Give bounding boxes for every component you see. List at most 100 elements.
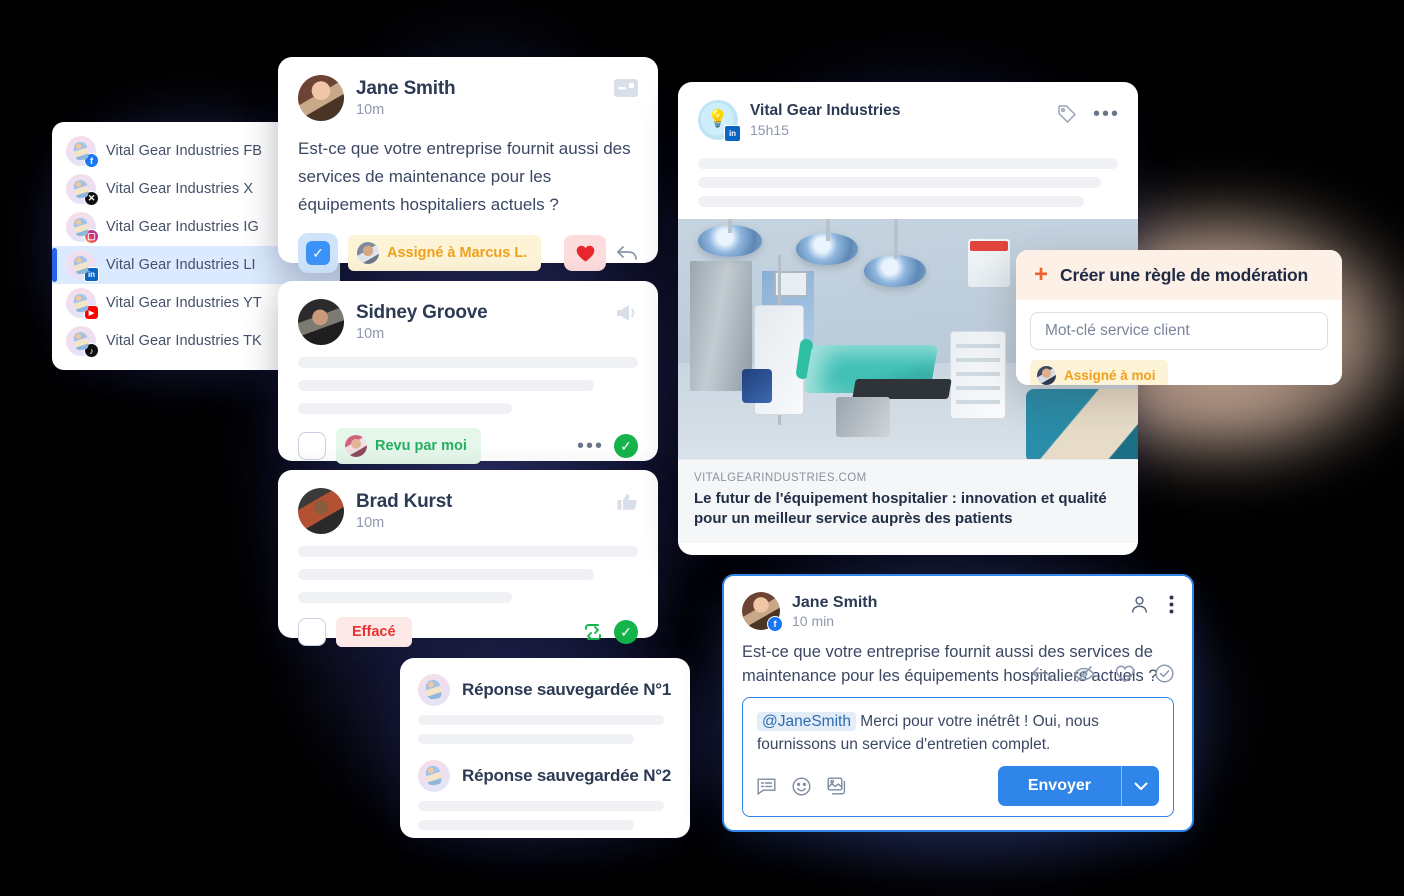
approve-icon[interactable]: ✓ — [614, 434, 638, 458]
message-identity: Brad Kurst 10m — [356, 491, 452, 531]
link-domain: VITALGEARINDUSTRIES.COM — [694, 472, 867, 484]
compose-content[interactable]: @JaneSmith Merci pour votre inétrêt ! Ou… — [757, 710, 1159, 756]
hide-eye-icon[interactable] — [1073, 665, 1095, 683]
list-item[interactable]: Réponse sauvegardée N°1 — [418, 674, 672, 706]
saved-reply-icon[interactable] — [757, 777, 776, 795]
message-actions: Effacé ✓ — [298, 617, 638, 647]
post-time: 15h15 — [750, 122, 789, 138]
assigned-to-me-badge[interactable]: Assigné à moi — [1030, 360, 1168, 385]
message-actions: Revu par moi ••• ✓ — [298, 428, 638, 464]
heart-icon[interactable] — [1115, 664, 1135, 683]
reply-card[interactable]: f Jane Smith 10 min Est-ce que votre ent… — [722, 574, 1194, 832]
comment-icon — [614, 79, 638, 97]
keyword-input[interactable]: Mot-clé service client — [1030, 312, 1328, 350]
post-header: in Vital Gear Industries 15h15 ••• — [678, 82, 1138, 144]
sidebar-item-label: Vital Gear Industries TK — [106, 333, 262, 349]
chevron-down-icon[interactable] — [1121, 766, 1159, 806]
sidebar-item-label: Vital Gear Industries IG — [106, 219, 259, 235]
avatar: f — [66, 136, 99, 168]
reply-identity: Jane Smith 10 min — [792, 594, 877, 629]
assignee-avatar — [1037, 366, 1056, 385]
message-card-jane[interactable]: Jane Smith 10m Est-ce que votre entrepri… — [278, 57, 658, 273]
x-icon: ✕ — [84, 191, 99, 206]
select-checkbox[interactable] — [298, 432, 326, 460]
more-options-icon[interactable]: ••• — [1093, 104, 1120, 124]
emoji-icon[interactable] — [792, 776, 811, 796]
moderation-header[interactable]: + Créer une règle de modération — [1016, 250, 1342, 300]
post-header-actions: ••• — [1057, 104, 1120, 124]
sidebar-item-label: Vital Gear Industries X — [106, 181, 254, 197]
message-header: Brad Kurst 10m — [298, 488, 638, 534]
avatar — [298, 488, 344, 534]
reply-time: 10 min — [792, 612, 835, 629]
compose-toolbar: Envoyer — [757, 766, 1159, 806]
tag-icon[interactable] — [1057, 104, 1077, 124]
avatar — [418, 674, 450, 706]
post-skeleton — [678, 144, 1138, 219]
reply-author: Jane Smith — [792, 593, 878, 611]
keyword-input-value: Mot-clé service client — [1045, 322, 1190, 339]
image-attachment-icon[interactable] — [827, 777, 847, 795]
reply-compose-box[interactable]: @JaneSmith Merci pour votre inétrêt ! Ou… — [742, 697, 1174, 817]
post-footer: Voir la publication in 3 commentaires — [678, 543, 1138, 555]
reply-header-actions — [1130, 595, 1174, 614]
post-identity: Vital Gear Industries 15h15 — [750, 102, 900, 138]
check-circle-icon[interactable] — [1155, 664, 1174, 683]
post-author: Vital Gear Industries — [750, 102, 901, 119]
mention-chip[interactable]: @JaneSmith — [757, 712, 856, 731]
compose-icon-group — [757, 776, 847, 796]
linkedin-icon: in — [724, 125, 741, 142]
message-header: Jane Smith 10m — [298, 75, 638, 121]
status-badge-reviewed[interactable]: Revu par moi — [336, 428, 481, 464]
instagram-icon: ▢ — [84, 229, 99, 244]
reply-icon[interactable] — [1031, 665, 1053, 683]
list-item[interactable]: Réponse sauvegardée N°2 — [418, 760, 672, 792]
avatar — [298, 75, 344, 121]
link-preview[interactable]: VITALGEARINDUSTRIES.COM Le futur de l'éq… — [678, 459, 1138, 543]
sidebar-item-label: Vital Gear Industries FB — [106, 143, 263, 159]
tiktok-icon: ♪ — [84, 343, 99, 358]
message-body: Est-ce que votre entreprise fournit auss… — [298, 139, 631, 214]
status-badge-assigned[interactable]: Assigné à Marcus L. — [348, 235, 542, 271]
message-actions: ✓ Assigné à Marcus L. — [298, 233, 638, 273]
saved-response-title: Réponse sauvegardée N°2 — [462, 766, 672, 785]
like-button[interactable] — [564, 235, 606, 271]
send-button-group[interactable]: Envoyer — [997, 766, 1159, 806]
message-author: Sidney Groove — [356, 302, 488, 323]
checkbox-checked-icon: ✓ — [306, 241, 330, 265]
status-badge-label: Revu par moi — [375, 438, 467, 454]
reply-icon[interactable] — [616, 244, 638, 262]
plus-icon: + — [1034, 261, 1049, 288]
status-badge-deleted[interactable]: Effacé — [336, 617, 412, 647]
saved-responses-card[interactable]: Réponse sauvegardée N°1 Réponse sauvegar… — [400, 658, 690, 838]
message-identity: Sidney Groove 10m — [356, 302, 488, 342]
status-badge-label: Assigné à Marcus L. — [387, 245, 528, 261]
more-options-icon[interactable]: ••• — [577, 436, 604, 456]
facebook-icon: f — [767, 616, 783, 632]
moderation-rule-popup[interactable]: + Créer une règle de modération Mot-clé … — [1016, 250, 1342, 385]
send-button[interactable]: Envoyer — [997, 766, 1121, 806]
assignee-avatar — [357, 242, 379, 264]
link-title: Le futur de l'équipement hospitalier : i… — [694, 490, 1107, 527]
youtube-icon: ▶ — [84, 305, 99, 320]
megaphone-icon — [614, 303, 638, 323]
message-card-sidney[interactable]: Sidney Groove 10m Revu par moi ••• ✓ — [278, 281, 658, 464]
message-header: Sidney Groove 10m — [298, 299, 638, 345]
message-skeleton — [298, 357, 638, 414]
select-checkbox[interactable] — [298, 618, 326, 646]
assigned-to-me-label: Assigné à moi — [1064, 368, 1156, 383]
reply-message-text: Est-ce que votre entreprise fournit auss… — [742, 643, 1158, 685]
message-author: Jane Smith — [356, 78, 456, 99]
message-card-brad[interactable]: Brad Kurst 10m Effacé ✓ — [278, 470, 658, 647]
avatar: in — [66, 250, 99, 282]
sidebar-item-label: Vital Gear Industries LI — [106, 257, 256, 273]
user-profile-icon[interactable] — [1130, 595, 1149, 614]
moderation-title: Créer une règle de modération — [1060, 264, 1309, 285]
message-identity: Jane Smith 10m — [356, 78, 456, 118]
avatar: ▢ — [66, 212, 99, 244]
approve-icon[interactable]: ✓ — [614, 620, 638, 644]
kebab-menu-icon[interactable] — [1169, 595, 1174, 614]
avatar: ♪ — [66, 326, 99, 358]
select-checkbox[interactable]: ✓ — [298, 233, 338, 273]
repost-icon[interactable] — [582, 623, 604, 641]
